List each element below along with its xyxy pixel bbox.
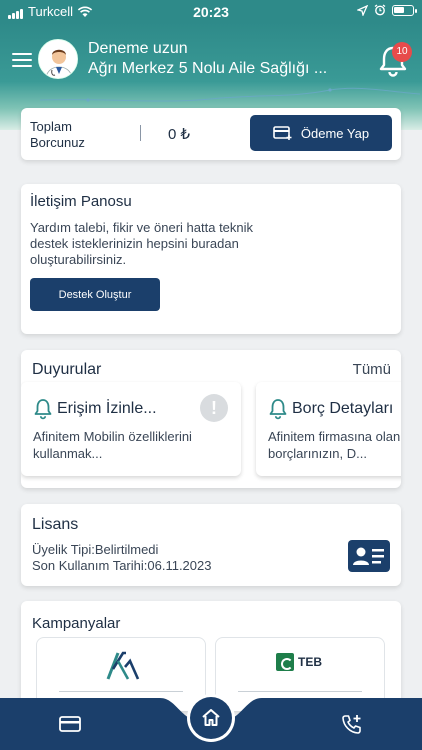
contact-board-description: Yardım talebi, fikir ve öneri hatta tekn… bbox=[30, 220, 254, 267]
announcement-text-line2: borçlarınızın, D... bbox=[268, 446, 367, 461]
organization-name: Ağrı Merkez 5 Nolu Aile Sağlığı ... bbox=[88, 60, 328, 77]
doctor-avatar-icon bbox=[39, 40, 77, 78]
see-all-link[interactable]: Tümü bbox=[353, 361, 391, 378]
status-right bbox=[357, 4, 417, 16]
license-title: Lisans bbox=[32, 516, 79, 533]
announcement-title: Borç Detayları bbox=[292, 400, 394, 417]
phone-add-icon bbox=[342, 715, 361, 734]
afinitem-logo bbox=[106, 651, 140, 680]
announcement-text-line1: Afinitem firmasına olan bbox=[268, 429, 401, 444]
campaign-divider bbox=[59, 691, 183, 692]
campaigns-card: Kampanyalar TEB bbox=[21, 601, 401, 711]
announcement-text-line1: Afinitem Mobilin özelliklerini bbox=[33, 429, 192, 444]
user-name: Deneme uzun bbox=[88, 40, 188, 57]
announcements-title: Duyurular bbox=[32, 361, 102, 378]
announcement-text: Afinitem Mobilin özelliklerini kullanmak… bbox=[33, 428, 223, 462]
bell-icon bbox=[34, 399, 52, 420]
carrier-name: Turkcell bbox=[28, 4, 74, 19]
debt-amount: 0 ₺ bbox=[168, 126, 191, 143]
warning-icon: ! bbox=[200, 394, 228, 422]
license-card: Lisans Üyelik Tipi:Belirtilmedi Son Kull… bbox=[21, 504, 401, 586]
debt-card: Toplam Borcunuz 0 ₺ Ödeme Yap bbox=[21, 108, 401, 160]
pay-button-label: Ödeme Yap bbox=[300, 125, 370, 141]
last-use-date: Son Kullanım Tarihi:06.11.2023 bbox=[32, 558, 212, 573]
signal-icon bbox=[8, 4, 24, 19]
debt-label-line2: Borcunuz bbox=[30, 135, 85, 150]
teb-logo-text: TEB bbox=[298, 655, 322, 669]
announcements-card: Duyurular Tümü Erişim İzinle... ! Afinit… bbox=[21, 350, 401, 488]
battery-icon bbox=[392, 4, 417, 16]
credit-card-icon bbox=[59, 716, 81, 732]
home-button[interactable] bbox=[190, 697, 232, 739]
status-left: Turkcell bbox=[8, 4, 93, 19]
credit-card-add-icon bbox=[273, 126, 292, 140]
contact-board-card: İletişim Panosu Yardım talebi, fikir ve … bbox=[21, 184, 401, 334]
id-card-icon bbox=[348, 540, 390, 572]
announcement-item[interactable]: Borç Detayları Afinitem firmasına olan b… bbox=[256, 382, 401, 476]
membership-type: Üyelik Tipi:Belirtilmedi bbox=[32, 542, 159, 557]
status-bar: Turkcell 20:23 bbox=[0, 0, 422, 22]
divider bbox=[140, 125, 141, 141]
announcement-item[interactable]: Erişim İzinle... ! Afinitem Mobilin özel… bbox=[21, 382, 241, 476]
announcement-text: Afinitem firmasına olan borçlarınızın, D… bbox=[268, 428, 401, 462]
create-support-button[interactable]: Destek Oluştur bbox=[30, 278, 160, 311]
debt-label: Toplam Borcunuz bbox=[30, 119, 85, 151]
contact-board-title: İletişim Panosu bbox=[30, 193, 132, 210]
bell-icon bbox=[269, 399, 287, 420]
call-nav-button[interactable] bbox=[341, 713, 363, 740]
location-arrow-icon bbox=[357, 4, 368, 16]
debt-label-line1: Toplam bbox=[30, 119, 72, 134]
announcement-text-line2: kullanmak... bbox=[33, 446, 103, 461]
payments-nav-button[interactable] bbox=[59, 715, 81, 738]
teb-logo-mark bbox=[276, 653, 294, 671]
announcement-title: Erişim İzinle... bbox=[57, 400, 157, 417]
campaigns-title: Kampanyalar bbox=[32, 615, 121, 632]
menu-icon[interactable] bbox=[12, 53, 32, 67]
pay-button[interactable]: Ödeme Yap bbox=[250, 115, 392, 151]
wifi-icon bbox=[77, 5, 93, 17]
alarm-icon bbox=[374, 4, 386, 16]
avatar[interactable] bbox=[38, 39, 78, 79]
decorative-wave bbox=[39, 87, 421, 102]
notification-badge: 10 bbox=[392, 42, 412, 62]
home-icon bbox=[202, 709, 220, 726]
campaign-divider bbox=[238, 691, 362, 692]
teb-logo: TEB bbox=[276, 653, 322, 671]
